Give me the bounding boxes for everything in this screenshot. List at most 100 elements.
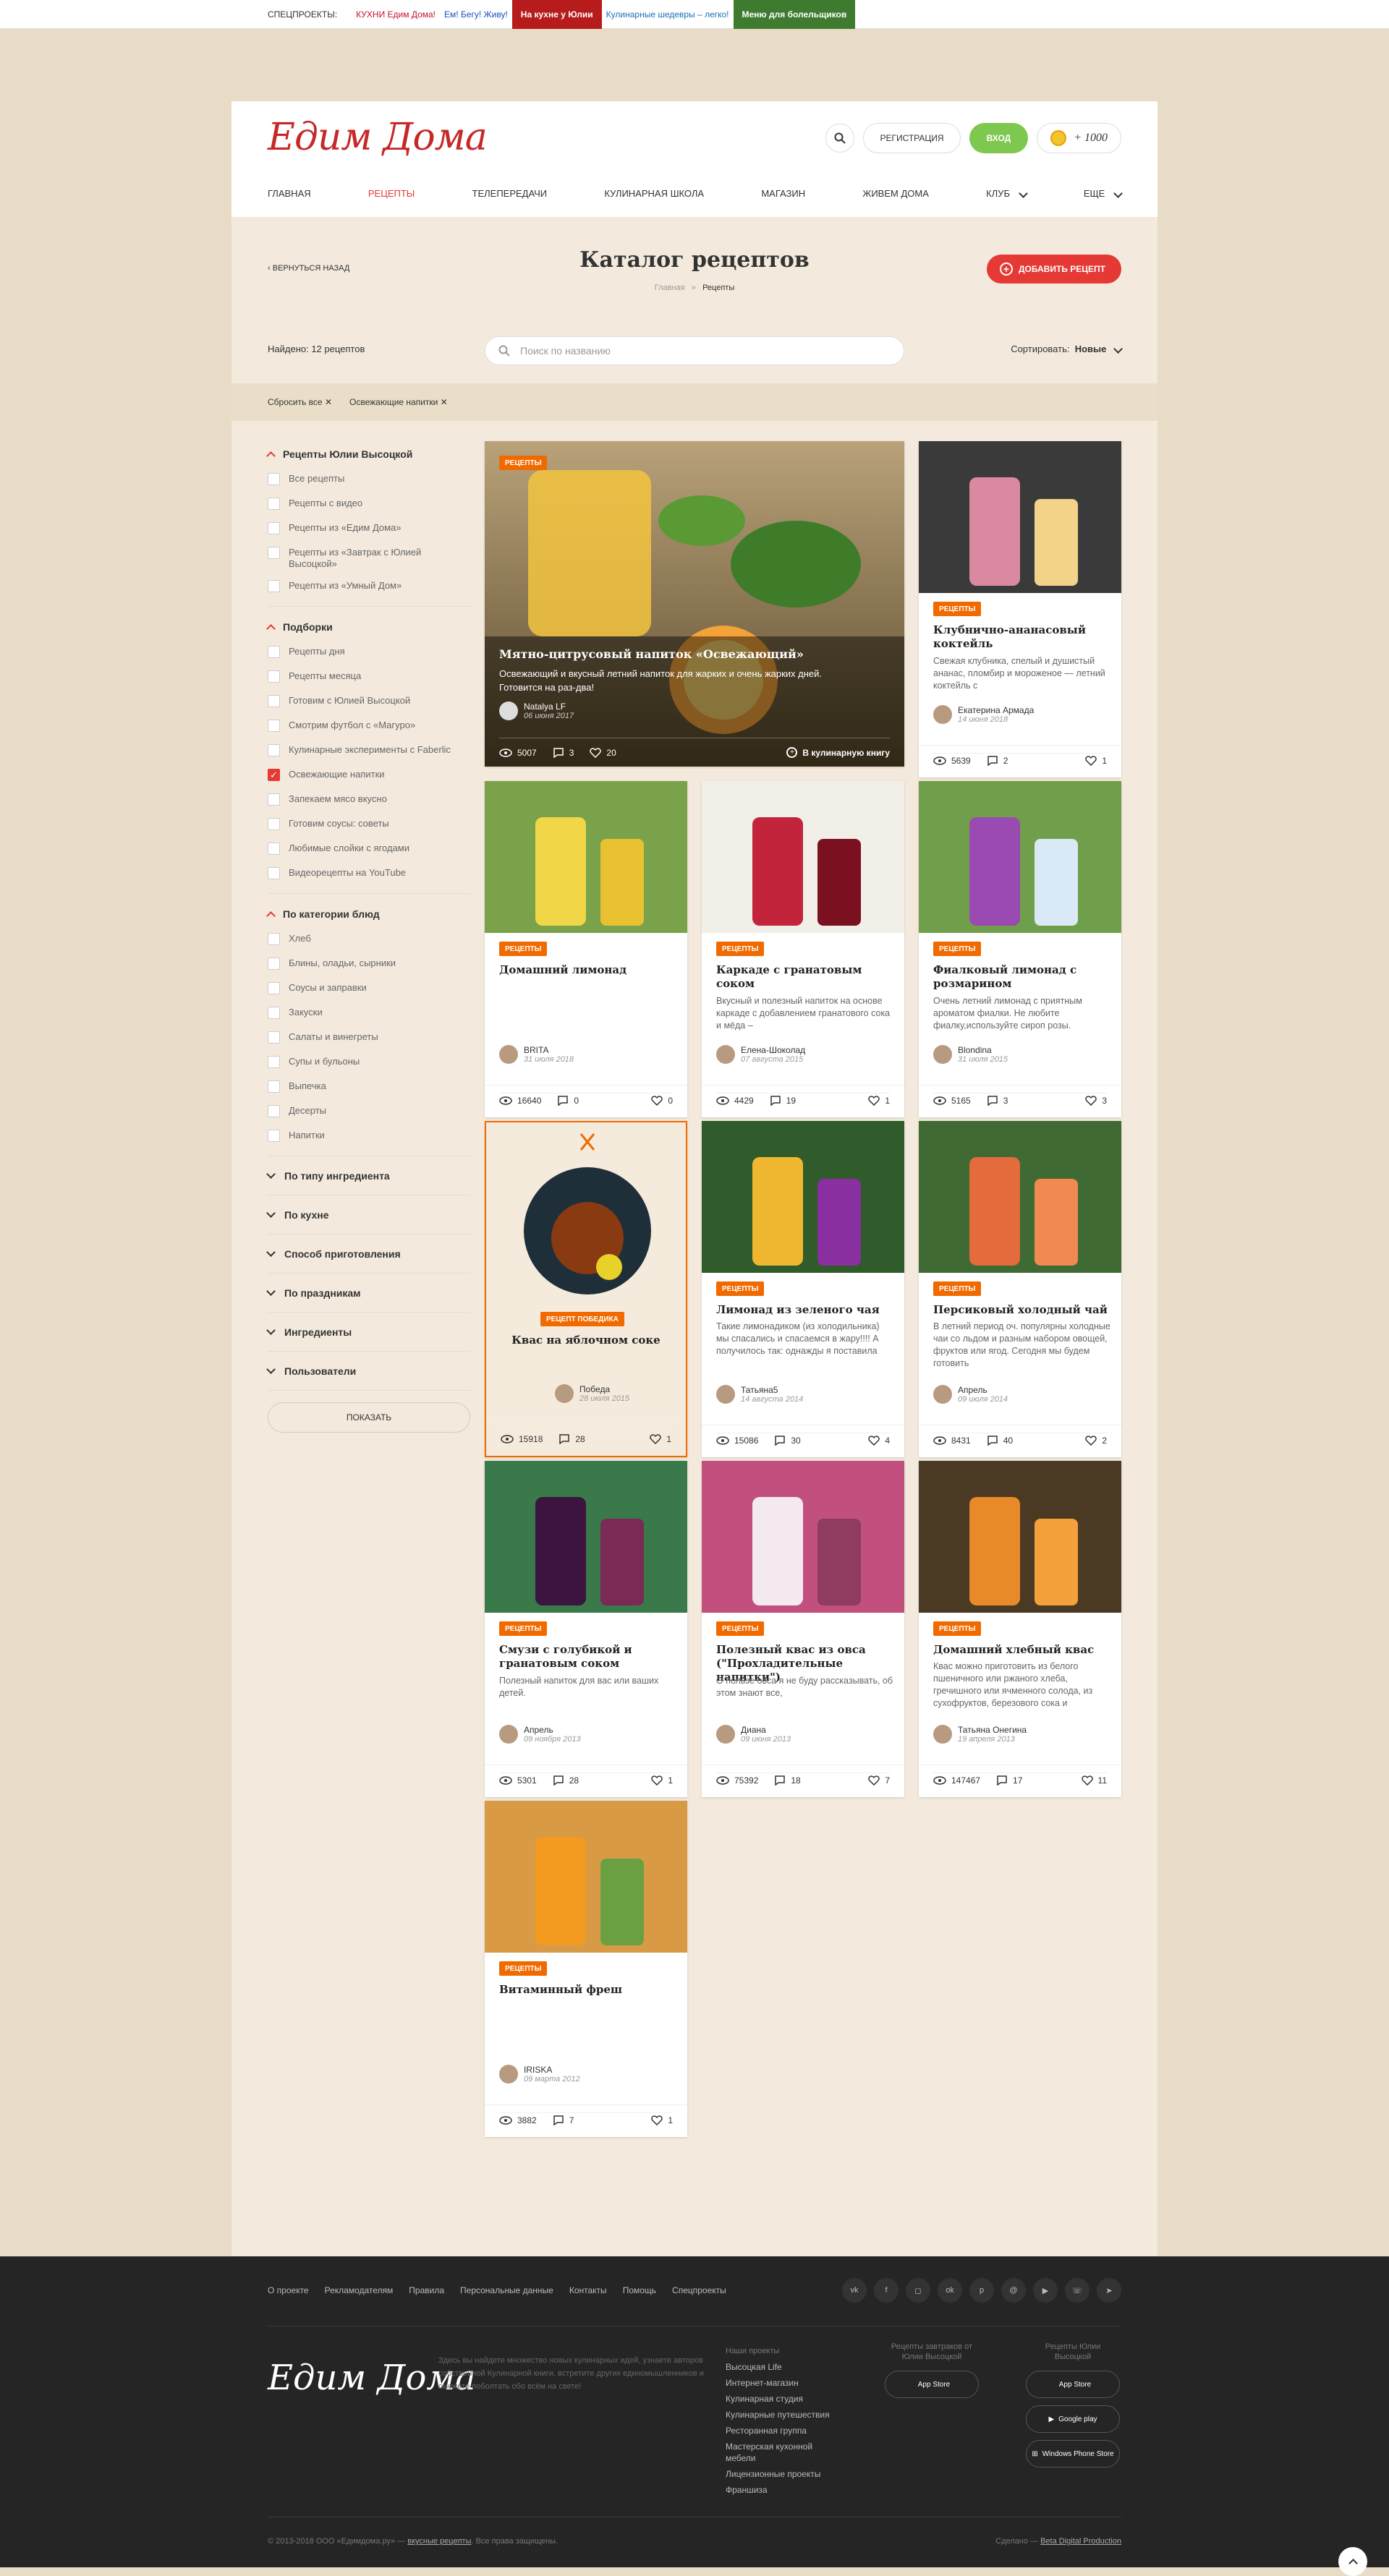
- login-button[interactable]: ВХОД: [969, 123, 1029, 153]
- recipe-card[interactable]: РЕЦЕПТЫ Домашний хлебный квас Квас можно п…: [919, 1461, 1121, 1797]
- sort-control[interactable]: Сортировать: Новые: [1011, 344, 1123, 354]
- author-name[interactable]: BRITA: [524, 1045, 574, 1055]
- author-name[interactable]: Диана: [741, 1725, 791, 1735]
- recipe-card[interactable]: РЕЦЕПТ ПОБЕДИКА Квас на яблочном соке Побе…: [485, 1121, 687, 1457]
- filter-option[interactable]: Рецепты месяца: [268, 665, 470, 689]
- add-recipe-button[interactable]: + ДОБАВИТЬ РЕЦЕПТ: [986, 255, 1121, 283]
- checkbox[interactable]: [268, 793, 280, 806]
- author-name[interactable]: IRISKA: [524, 2065, 580, 2075]
- comments-stat[interactable]: 28: [558, 1434, 585, 1444]
- project-link[interactable]: Кулинарные путешествия: [726, 2407, 863, 2423]
- filter-option[interactable]: ✓ Освежающие напитки: [268, 763, 470, 788]
- coins-counter[interactable]: + 1000: [1037, 123, 1121, 153]
- author-avatar[interactable]: [933, 1385, 952, 1404]
- comments-stat[interactable]: 17: [996, 1775, 1022, 1786]
- featured-recipe-card[interactable]: РЕЦЕПТЫ Мятно-цитрусовый напиток «Освежа…: [485, 441, 904, 767]
- filter-group-collapsed[interactable]: По типу ингредиента: [266, 1156, 470, 1195]
- recipe-title[interactable]: Клубнично-ананасовый коктейль: [933, 623, 1110, 651]
- checkbox[interactable]: [268, 473, 280, 485]
- recipe-card[interactable]: РЕЦЕПТЫ Клубнично-ананасовый коктейль Свеж…: [919, 441, 1121, 777]
- footer-link[interactable]: Персональные данные: [460, 2285, 553, 2295]
- recipe-photo[interactable]: [919, 781, 1121, 933]
- comments-stat[interactable]: 3: [987, 1096, 1008, 1106]
- recipe-title[interactable]: Смузи с голубикой и гранатовым соком: [499, 1643, 676, 1671]
- add-to-cookbook-button[interactable]: + В кулинарную книгу: [786, 747, 890, 758]
- recipe-author[interactable]: Екатерина Армада 14 июня 2018: [933, 705, 1034, 724]
- filter-option[interactable]: Смотрим футбол с «Магуро»: [268, 714, 470, 738]
- author-avatar[interactable]: [499, 2065, 518, 2084]
- likes-stat[interactable]: 1: [651, 1775, 673, 1786]
- specproject-masterpieces[interactable]: Кулинарные шедевры – легко!: [602, 0, 734, 29]
- checkbox[interactable]: [268, 1105, 280, 1117]
- chip-filter[interactable]: Освежающие напитки ✕: [349, 397, 448, 407]
- checkbox[interactable]: [268, 1056, 280, 1068]
- filter-option[interactable]: Салаты и винегреты: [268, 1025, 470, 1050]
- specproject-eat-run-live[interactable]: Ем! Бегу! Живу!: [440, 0, 512, 29]
- filter-group-header[interactable]: Рецепты Юлии Высоцкой: [266, 441, 470, 467]
- instagram-icon[interactable]: ◻: [906, 2278, 930, 2303]
- checkbox[interactable]: [268, 1031, 280, 1044]
- recipe-card[interactable]: РЕЦЕПТЫ Фиалковый лимонад с розмарином Оче…: [919, 781, 1121, 1117]
- nav-club[interactable]: КЛУБ: [986, 188, 1028, 199]
- footer-link[interactable]: Рекламодателям: [325, 2285, 394, 2295]
- checkbox[interactable]: [268, 958, 280, 970]
- author-avatar[interactable]: [933, 1725, 952, 1744]
- search-input[interactable]: Поиск по названию: [485, 336, 904, 365]
- recipe-author[interactable]: Blondina 31 июля 2015: [933, 1045, 1008, 1064]
- filter-group-collapsed[interactable]: Пользователи: [266, 1352, 470, 1391]
- filter-option[interactable]: Закуски: [268, 1001, 470, 1025]
- checkbox[interactable]: [268, 498, 280, 510]
- recipe-photo[interactable]: [485, 1801, 687, 1953]
- specproject-fans-menu[interactable]: Меню для болельщиков: [733, 0, 856, 29]
- recipe-card[interactable]: РЕЦЕПТЫ Смузи с голубикой и гранатовым со…: [485, 1461, 687, 1797]
- footer-link[interactable]: Правила: [409, 2285, 444, 2295]
- author-avatar[interactable]: [933, 705, 952, 724]
- recipe-title[interactable]: Каркаде с гранатовым соком: [716, 963, 893, 991]
- specproject-yulia-kitchen[interactable]: На кухне у Юлии: [511, 0, 602, 29]
- recipe-photo[interactable]: [919, 1461, 1121, 1613]
- recipe-photo[interactable]: [702, 1121, 904, 1273]
- recipe-card[interactable]: РЕЦЕПТЫ Витаминный фреш IRISKA 09 марта 201…: [485, 1801, 687, 2137]
- recipe-photo[interactable]: [702, 1461, 904, 1613]
- author-avatar[interactable]: [716, 1045, 735, 1064]
- recipe-title[interactable]: Домашний хлебный квас: [933, 1643, 1110, 1657]
- nav-recipes[interactable]: РЕЦЕПТЫ: [368, 188, 415, 199]
- odnoklassniki-icon[interactable]: ok: [938, 2278, 962, 2303]
- likes-stat[interactable]: 7: [868, 1775, 890, 1786]
- nav-school[interactable]: КУЛИНАРНАЯ ШКОЛА: [604, 188, 704, 199]
- youtube-icon[interactable]: ▶: [1033, 2278, 1058, 2303]
- author-avatar[interactable]: [499, 1725, 518, 1744]
- comments-stat[interactable]: 7: [553, 2115, 574, 2125]
- comments-stat[interactable]: 40: [987, 1436, 1013, 1446]
- recipe-card[interactable]: РЕЦЕПТЫ Полезный квас из овса ("Прохладит…: [702, 1461, 904, 1797]
- recipe-author[interactable]: Диана 09 июня 2013: [716, 1725, 791, 1744]
- author-name[interactable]: Blondina: [958, 1045, 1008, 1055]
- author-name[interactable]: Татьяна5: [741, 1385, 803, 1395]
- checkbox[interactable]: [268, 547, 280, 559]
- register-button[interactable]: РЕГИСТРАЦИЯ: [863, 123, 961, 153]
- author-name[interactable]: Победа: [579, 1384, 629, 1394]
- recipe-author[interactable]: Апрель 09 июля 2014: [933, 1385, 1008, 1404]
- project-link[interactable]: Кулинарная студия: [726, 2391, 863, 2407]
- author-avatar[interactable]: [499, 701, 518, 720]
- recipe-title[interactable]: Персиковый холодный чай: [933, 1303, 1110, 1317]
- recipe-author[interactable]: BRITA 31 июля 2018: [499, 1045, 574, 1064]
- filter-option[interactable]: Хлеб: [268, 927, 470, 952]
- author-name[interactable]: Апрель: [958, 1385, 1008, 1395]
- filter-option[interactable]: Выпечка: [268, 1075, 470, 1099]
- likes-stat[interactable]: 1: [650, 1434, 671, 1444]
- filter-option[interactable]: Любимые слойки с ягодами: [268, 837, 470, 861]
- comments-stat[interactable]: 28: [553, 1775, 579, 1786]
- filter-option[interactable]: Рецепты из «Завтрак с Юлией Высоцкой»: [268, 541, 470, 574]
- recipe-photo[interactable]: [485, 781, 687, 933]
- vk-icon[interactable]: vk: [842, 2278, 867, 2303]
- nav-tv[interactable]: ТЕЛЕПЕРЕДАЧИ: [472, 188, 548, 199]
- filter-option[interactable]: Кулинарные эксперименты с Faberlic: [268, 738, 470, 763]
- checkbox[interactable]: [268, 933, 280, 945]
- filter-option[interactable]: Напитки: [268, 1124, 470, 1148]
- checkbox[interactable]: [268, 522, 280, 534]
- recipe-author[interactable]: Татьяна5 14 августа 2014: [716, 1385, 803, 1404]
- author-avatar[interactable]: [555, 1384, 574, 1403]
- checkbox[interactable]: [268, 1130, 280, 1142]
- scroll-to-top-button[interactable]: [1338, 2547, 1367, 2576]
